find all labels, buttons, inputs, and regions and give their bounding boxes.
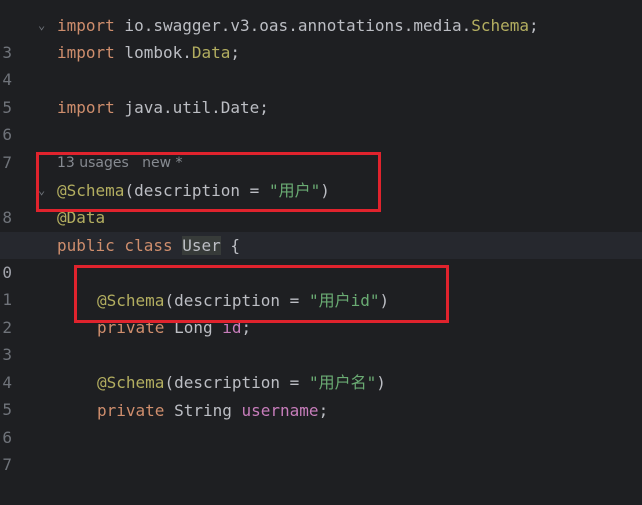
code-line-5[interactable]: 5 [0,67,642,117]
code-line-14[interactable]: 4 [0,342,642,392]
code-text: ; [230,43,241,62]
code-text: java.util.Date; [114,98,269,117]
code-text: ; [529,16,539,35]
class-name: User [182,236,221,255]
code-editor[interactable]: 3 ⌄ import io.swagger.v3.oas.annotations… [0,0,642,474]
line-number: 7 [2,455,12,474]
code-line-6[interactable]: 6 import java.util.Date; [0,94,642,144]
code-text: (description = [164,373,309,392]
code-line-4[interactable]: 4 import lombok.Data; [0,39,642,89]
fold-chevron-icon[interactable]: ⌄ [38,12,45,39]
code-text: { [220,236,241,255]
code-line-10-current[interactable]: 0 public class User { [0,232,642,282]
type-name: String [174,401,242,420]
code-text: ; [318,401,329,420]
highlight-box-id-schema [74,265,449,323]
field-name: username [241,401,319,420]
code-line-15[interactable]: 5 @Schema(description = "用户名") [0,369,642,419]
code-text: lombok. [114,43,192,62]
highlight-box-class-schema [36,152,381,212]
code-text: ) [376,373,386,392]
code-line-16[interactable]: 6 private String username; [0,397,642,447]
keyword: private [97,401,175,420]
code-text: io.swagger.v3.oas.annotations.media. [114,16,472,35]
annotation: @Schema [97,373,165,392]
keyword: public class [57,236,183,255]
keyword: import [57,43,115,62]
keyword: import [57,16,115,35]
code-line-17[interactable]: 7 [0,424,642,474]
class-name: Schema [471,16,530,35]
code-line-7[interactable]: 7 [0,122,642,172]
code-line-3[interactable]: 3 ⌄ import io.swagger.v3.oas.annotations… [0,12,642,62]
class-name: Data [191,43,231,62]
string-literal: "用户名" [308,373,377,392]
keyword: import [57,98,115,117]
